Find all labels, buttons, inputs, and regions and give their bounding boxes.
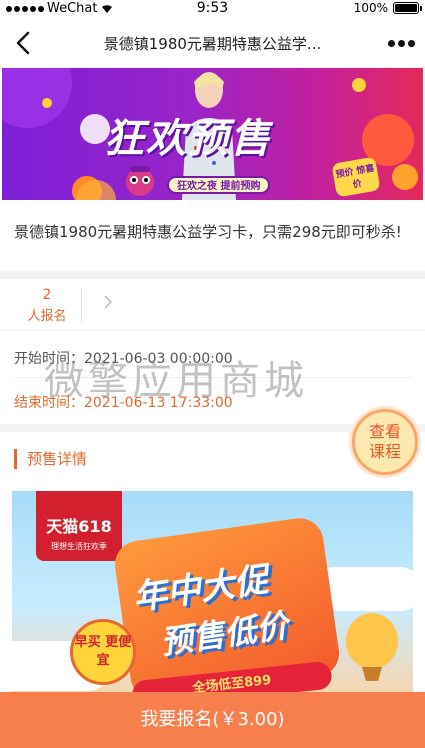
chevron-right-icon[interactable]: [102, 295, 114, 309]
battery-group: 100%: [353, 1, 422, 15]
section-title: 预售详情: [14, 449, 87, 469]
signup-count: 2: [42, 287, 52, 303]
tmall-tag: 天猫618 理想生活狂欢季: [36, 491, 122, 561]
status-bar: WeChat 9:53 100%: [0, 0, 425, 18]
battery-text: 100%: [353, 1, 388, 15]
signup-separator: [81, 287, 82, 323]
promo-round-badge: 早买 更便宜: [70, 619, 136, 685]
signup-button[interactable]: 我要报名(￥3.00): [0, 692, 425, 748]
signup-label: 人报名: [27, 309, 67, 324]
end-time: 结束时间：2021-06-13 17:33:00: [14, 395, 233, 411]
battery-icon: [393, 2, 422, 14]
nav-bar: 景德镇1980元暑期特惠公益学...: [0, 18, 425, 68]
tmall-brand-sub: 理想生活狂欢季: [51, 542, 107, 551]
balloon-icon: [346, 613, 398, 681]
back-icon[interactable]: [12, 30, 36, 56]
signup-row[interactable]: 2 人报名: [0, 279, 425, 331]
time-separator: [14, 377, 412, 378]
promo-image: 天猫618 理想生活狂欢季 年中大促 预售低价 早买 更便宜 全场低至899: [12, 491, 413, 701]
view-course-line1: 查看: [368, 422, 401, 441]
view-course-line2: 课程: [368, 442, 401, 461]
mascot-icon: [126, 166, 154, 196]
page-title: 景德镇1980元暑期特惠公益学...: [103, 35, 322, 53]
start-time: 开始时间：2021-06-03 00:00:00: [14, 351, 233, 367]
more-icon[interactable]: [388, 40, 415, 47]
tmall-brand: 天猫618: [46, 517, 112, 536]
section-divider: [0, 271, 425, 279]
battery-fill: [395, 4, 417, 12]
banner-headline: 狂欢预售: [104, 116, 272, 162]
product-title: 景德镇1980元暑期特惠公益学习卡，只需298元即可秒杀!: [14, 223, 402, 241]
view-course-button[interactable]: 查看 课程: [352, 409, 418, 475]
banner-subline: 狂欢之夜 提前预购: [167, 176, 271, 194]
presale-banner[interactable]: 狂欢预售 狂欢之夜 提前预购 预价 惊喜价: [2, 68, 423, 200]
banner-badge: 预价 惊喜价: [331, 156, 381, 198]
